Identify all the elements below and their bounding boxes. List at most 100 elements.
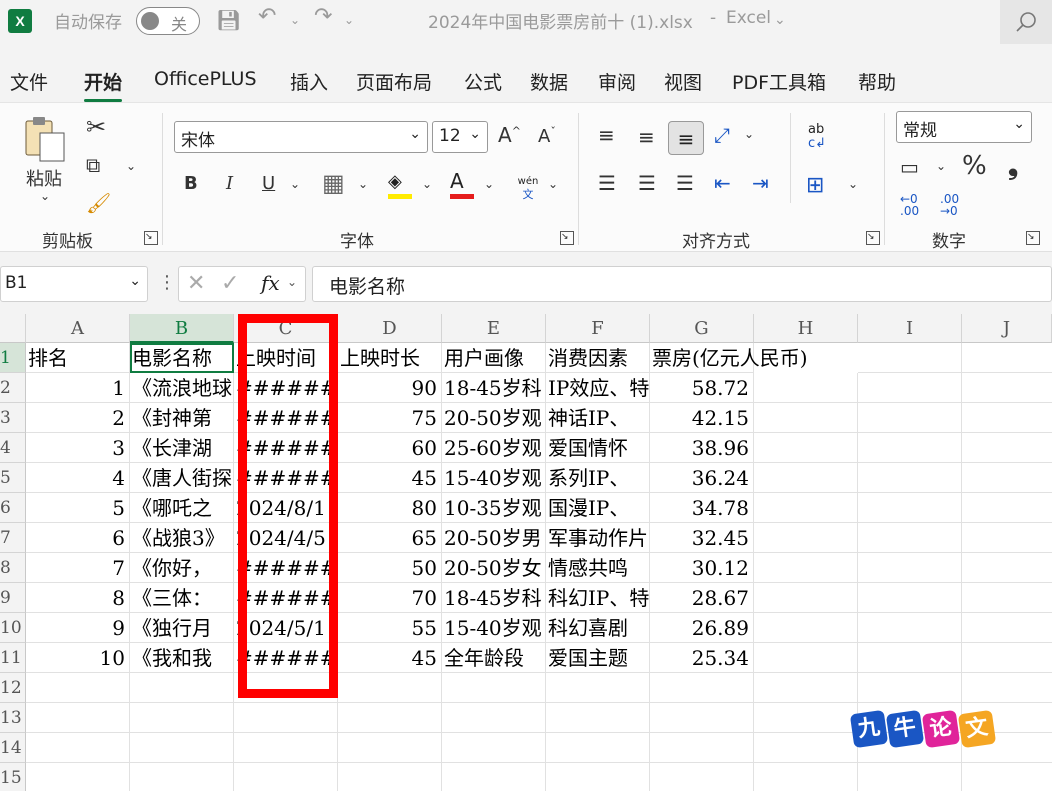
cell-I2[interactable] — [858, 373, 962, 403]
cell-D10[interactable]: 55 — [338, 613, 442, 643]
cell-A5[interactable]: 4 — [26, 463, 130, 493]
cell-G4[interactable]: 38.96 — [650, 433, 754, 463]
row-header-7[interactable]: 7 — [0, 523, 26, 553]
cell-D2[interactable]: 90 — [338, 373, 442, 403]
cell-H15[interactable] — [754, 763, 858, 791]
cell-I12[interactable] — [858, 673, 962, 703]
cell-D8[interactable]: 50 — [338, 553, 442, 583]
search-button[interactable] — [1000, 0, 1052, 44]
cell-A2[interactable]: 1 — [26, 373, 130, 403]
alignment-launcher-icon[interactable]: ↘ — [866, 231, 880, 245]
cell-G14[interactable] — [650, 733, 754, 763]
cell-G12[interactable] — [650, 673, 754, 703]
cell-G6[interactable]: 34.78 — [650, 493, 754, 523]
row-header-3[interactable]: 3 — [0, 403, 26, 433]
formula-input[interactable]: 电影名称 — [312, 266, 1052, 302]
cell-C12[interactable] — [234, 673, 338, 703]
cell-I11[interactable] — [858, 643, 962, 673]
cell-D1[interactable]: 上映时长 — [338, 343, 442, 373]
cell-B5[interactable]: 《唐人街探 — [130, 463, 234, 493]
cell-H13[interactable] — [754, 703, 858, 733]
cell-H11[interactable] — [754, 643, 858, 673]
cell-E12[interactable] — [442, 673, 546, 703]
cell-H4[interactable] — [754, 433, 858, 463]
autosave-toggle[interactable]: 关 — [136, 7, 200, 35]
cell-B6[interactable]: 《哪吒之 — [130, 493, 234, 523]
cell-F2[interactable]: IP效应、特 — [546, 373, 650, 403]
cell-G7[interactable]: 32.45 — [650, 523, 754, 553]
cell-E9[interactable]: 18-45岁科 — [442, 583, 546, 613]
cell-A13[interactable] — [26, 703, 130, 733]
cell-G8[interactable]: 30.12 — [650, 553, 754, 583]
row-header-12[interactable]: 12 — [0, 673, 26, 703]
column-header-B[interactable]: B — [130, 314, 234, 343]
cell-J11[interactable] — [962, 643, 1052, 673]
app-name[interactable]: Excel — [726, 8, 771, 28]
cell-C2[interactable]: ######## — [234, 373, 338, 403]
chevron-down-icon[interactable]: ⌄ — [287, 275, 297, 289]
cell-G10[interactable]: 26.89 — [650, 613, 754, 643]
cell-H9[interactable] — [754, 583, 858, 613]
cell-F8[interactable]: 情感共鸣 — [546, 553, 650, 583]
cell-J7[interactable] — [962, 523, 1052, 553]
cell-C3[interactable]: ######## — [234, 403, 338, 433]
cell-B8[interactable]: 《你好， — [130, 553, 234, 583]
orientation-dropdown-icon[interactable]: ⌄ — [744, 127, 754, 141]
cell-C11[interactable]: ######## — [234, 643, 338, 673]
cell-E4[interactable]: 25-60岁观 — [442, 433, 546, 463]
cell-B15[interactable] — [130, 763, 234, 791]
cell-J9[interactable] — [962, 583, 1052, 613]
cell-I5[interactable] — [858, 463, 962, 493]
cell-B10[interactable]: 《独行月 — [130, 613, 234, 643]
tab-formulas[interactable]: 公式 — [464, 68, 502, 95]
cell-B13[interactable] — [130, 703, 234, 733]
underline-dropdown-icon[interactable]: ⌄ — [290, 177, 300, 191]
cell-G11[interactable]: 25.34 — [650, 643, 754, 673]
cell-H2[interactable] — [754, 373, 858, 403]
tab-file[interactable]: 文件 — [10, 68, 48, 95]
cell-D15[interactable] — [338, 763, 442, 791]
tab-officeplus[interactable]: OfficePLUS — [154, 68, 257, 90]
cell-C8[interactable]: ######## — [234, 553, 338, 583]
cell-A8[interactable]: 7 — [26, 553, 130, 583]
cell-F6[interactable]: 国漫IP、 — [546, 493, 650, 523]
cell-C7[interactable]: 2024/4/5 — [234, 523, 338, 553]
cell-G15[interactable] — [650, 763, 754, 791]
column-header-J[interactable]: J — [962, 314, 1052, 343]
cell-E6[interactable]: 10-35岁观 — [442, 493, 546, 523]
cell-F13[interactable] — [546, 703, 650, 733]
cell-C14[interactable] — [234, 733, 338, 763]
cell-J5[interactable] — [962, 463, 1052, 493]
cell-B7[interactable]: 《战狼3》 — [130, 523, 234, 553]
cell-F10[interactable]: 科幻喜剧 — [546, 613, 650, 643]
cell-H12[interactable] — [754, 673, 858, 703]
paste-dropdown-icon[interactable]: ⌄ — [40, 189, 50, 203]
cell-G13[interactable] — [650, 703, 754, 733]
cell-G1[interactable]: 票房(亿元人民币) — [650, 343, 808, 373]
row-header-13[interactable]: 13 — [0, 703, 26, 733]
cell-F14[interactable] — [546, 733, 650, 763]
cell-E3[interactable]: 20-50岁观 — [442, 403, 546, 433]
undo-icon[interactable]: ↶ — [258, 4, 276, 29]
cell-C9[interactable]: ######## — [234, 583, 338, 613]
cell-D4[interactable]: 60 — [338, 433, 442, 463]
copy-dropdown-icon[interactable]: ⌄ — [126, 159, 136, 173]
cell-H3[interactable] — [754, 403, 858, 433]
tab-review[interactable]: 审阅 — [598, 68, 636, 95]
cell-B2[interactable]: 《流浪地球 — [130, 373, 234, 403]
merge-center-icon[interactable]: ⊞ — [806, 173, 824, 198]
cell-J12[interactable] — [962, 673, 1052, 703]
cell-E7[interactable]: 20-50岁男 — [442, 523, 546, 553]
cell-F11[interactable]: 爱国主题 — [546, 643, 650, 673]
tab-view[interactable]: 视图 — [664, 68, 702, 95]
phonetic-dropdown-icon[interactable]: ⌄ — [548, 177, 558, 191]
cell-J3[interactable] — [962, 403, 1052, 433]
cell-D5[interactable]: 45 — [338, 463, 442, 493]
tab-page-layout[interactable]: 页面布局 — [356, 68, 432, 95]
cell-A12[interactable] — [26, 673, 130, 703]
currency-dropdown-icon[interactable]: ⌄ — [936, 159, 946, 173]
cell-I3[interactable] — [858, 403, 962, 433]
borders-icon[interactable]: ▦ — [322, 169, 345, 197]
cell-J2[interactable] — [962, 373, 1052, 403]
align-middle-icon[interactable]: ≡ — [638, 125, 655, 149]
